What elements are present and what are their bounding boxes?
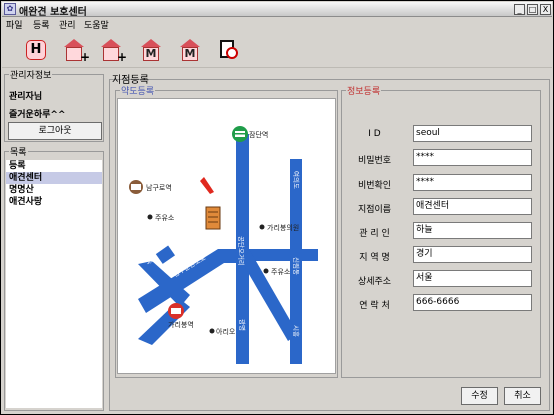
map-label-hospital: 가리봉의원 [267,223,299,232]
map-label-road2: 구로쪽 [138,246,153,266]
list-title: 목록 [9,145,28,158]
app-window: ✿ 애완견 보호센터 _ □ X 파일 등록 관리 도움말 H + + M M … [0,0,554,415]
label-password-confirm: 비번확인 [357,181,392,191]
branch-list[interactable]: 등록 애견센터 명명산 애견사랑 [6,160,102,408]
maximize-button[interactable]: □ [527,4,538,15]
clinic-dot-icon [259,224,265,230]
map-label-road7: 광명 [238,319,247,331]
map-label-street: 아리오 [216,327,236,336]
map-label-road6: 시흥 [292,325,301,337]
house-roof-icon [141,39,161,47]
map-label-church1: 주유소 [155,214,175,222]
map-image[interactable]: 잠단역 남구로역 가리봉역 주유소 주유소 가리봉의원 아리오 남부순환도로 구… [117,98,336,374]
region-input[interactable]: 경기 [413,246,532,263]
plus-icon: + [116,50,127,64]
building-icon [205,206,221,230]
plus-icon: + [79,50,90,64]
map-label-intersection: 공단오거리 [237,236,246,266]
minimize-button[interactable]: _ [514,4,525,15]
location-arrow-icon [200,177,214,194]
hospital-icon: H [26,40,46,60]
list-item[interactable]: 등록 [6,160,102,172]
report-button[interactable] [216,37,240,63]
menu-help[interactable]: 도움말 [84,18,109,31]
manage-center-button[interactable]: M [178,37,202,63]
map-label-stn3: 가리봉역 [168,320,194,329]
label-password: 비밀번호 [357,156,392,166]
app-icon: ✿ [4,3,16,15]
station-namguro-icon [129,180,143,194]
admin-name: 관리자님 [9,92,43,102]
house-roof-icon [64,39,84,47]
label-id: I D [368,129,381,139]
manage-center-icon: M [182,47,198,61]
list-item[interactable]: 애견사랑 [6,196,102,208]
map-label-road3: 개봉 [136,311,150,326]
map-label-road5: 신림동 [292,257,301,275]
map-group-title: 약도등록 [120,84,156,97]
add-house-button[interactable]: + [99,37,127,64]
station-garibong-icon [168,303,184,319]
phone-input[interactable]: 666-6666 [413,294,532,311]
password-confirm-input[interactable]: **** [413,174,532,191]
menu-file[interactable]: 파일 [6,18,23,31]
manager-input[interactable]: 하늘 [413,222,532,239]
map-label-road4: 여의도 [292,171,301,189]
label-branch-name: 지점이름 [357,205,392,215]
label-address: 상세주소 [357,277,392,287]
hospital-button[interactable]: H [24,37,48,63]
street-dot-icon [209,328,215,334]
label-manager: 관 리 인 [359,229,390,239]
manage-house-button[interactable]: M [139,37,163,63]
house-roof-icon [101,39,121,47]
admin-info-title: 관리자정보 [9,68,53,81]
map-drawing: 잠단역 남구로역 가리봉역 주유소 주유소 가리봉의원 아리오 남부순환도로 구… [129,126,318,364]
toolbar: H + + M M [2,32,552,68]
branch-name-input[interactable]: 애견센터 [413,198,532,215]
admin-greeting: 즐거운하루^^ [9,110,66,120]
info-group-title: 정보등록 [346,84,382,97]
modify-button[interactable]: 수정 [461,387,498,405]
title-bar: ✿ 애완견 보호센터 _ □ X [2,2,552,18]
label-phone: 연 락 처 [359,301,390,311]
list-item[interactable]: 애견센터 [6,172,102,184]
map-label-stn2: 남구로역 [146,183,172,192]
close-button[interactable]: X [540,4,551,15]
house-roof-icon [180,39,200,47]
menu-bar: 파일 등록 관리 도움말 [2,17,552,31]
window-title: 애완견 보호센터 [19,7,87,18]
cancel-button[interactable]: 취소 [504,387,541,405]
label-region: 지 역 명 [359,253,390,263]
map-label-church2: 주유소 [271,268,291,276]
menu-register[interactable]: 등록 [33,18,50,31]
report-mark-icon [226,47,238,59]
gas-station-dot-icon [263,268,269,274]
menu-manage[interactable]: 관리 [59,18,76,31]
station-jamdan-icon [232,126,248,142]
id-input[interactable]: seoul [413,125,532,142]
address-input[interactable]: 서울 [413,270,532,287]
map-label-stn1: 잠단역 [249,130,268,139]
gas-station-dot-icon [147,214,153,220]
list-item[interactable]: 명명산 [6,184,102,196]
add-center-button[interactable]: + [62,37,90,64]
manage-house-icon: M [143,47,159,61]
logout-button[interactable]: 로그아웃 [8,122,102,140]
password-input[interactable]: **** [413,149,532,166]
